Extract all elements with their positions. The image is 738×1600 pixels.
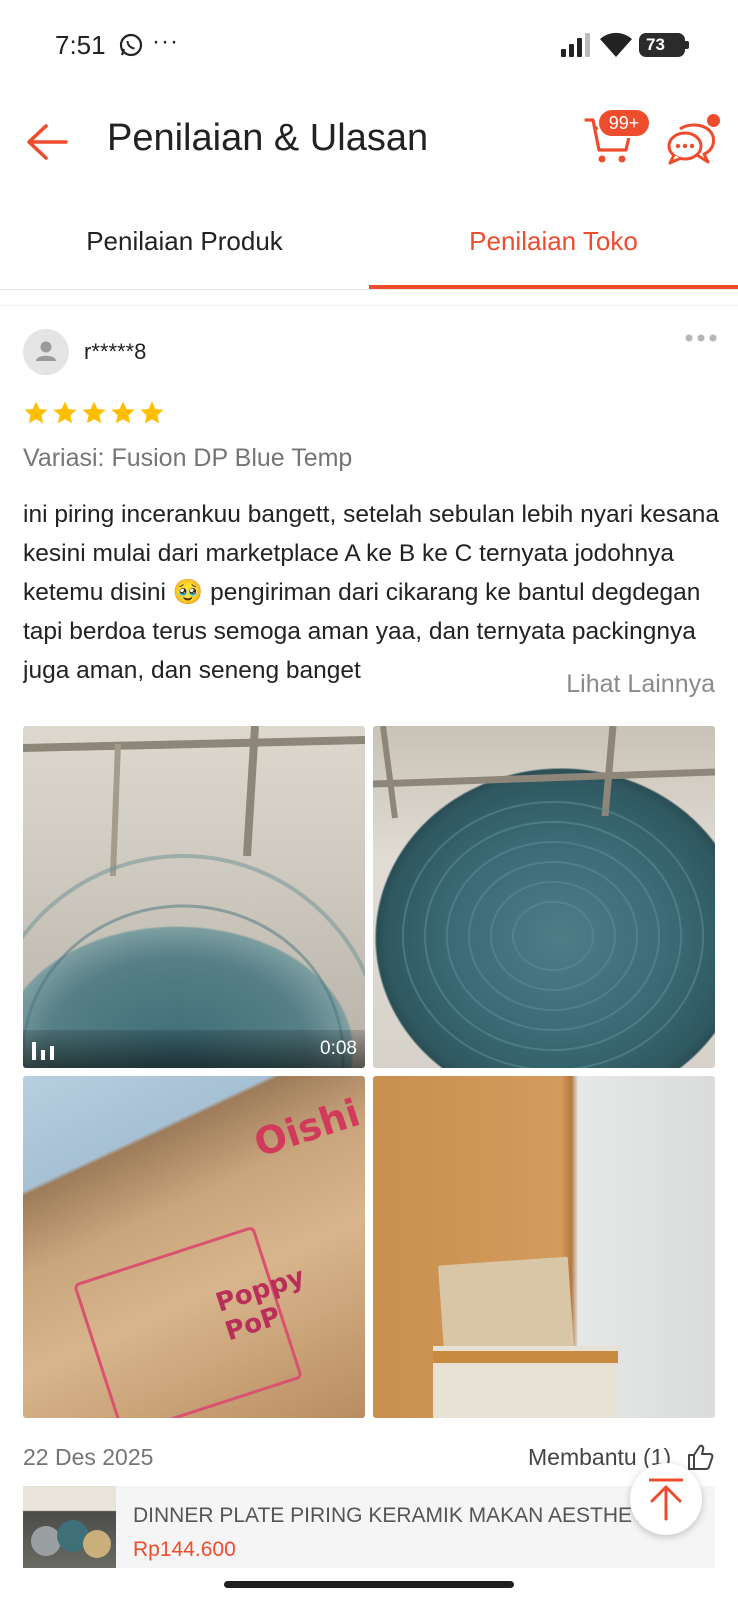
active-tab-indicator — [369, 285, 738, 289]
video-overlay: 0:08 — [23, 1030, 365, 1068]
app-header: Penilaian & Ulasan 99+ — [0, 92, 738, 192]
star-icon — [140, 401, 164, 424]
review-date: 22 Des 2025 — [23, 1444, 154, 1470]
plate-edge-graphic — [23, 726, 365, 1068]
rating-tabs: Penilaian Produk Penilaian Toko — [0, 192, 738, 290]
video-duration: 0:08 — [320, 1038, 357, 1059]
product-card[interactable]: DINNER PLATE PIRING KERAMIK MAKAN AESTHE… — [23, 1486, 715, 1568]
chat-notification-dot — [707, 114, 720, 127]
thumbs-up-icon[interactable] — [686, 1443, 714, 1471]
product-price: Rp144.600 — [133, 1538, 236, 1561]
plate-rings-graphic — [373, 726, 715, 1068]
rating-stars — [23, 400, 165, 426]
battery-icon: 73 — [639, 33, 689, 57]
package-box-graphic — [438, 1256, 574, 1356]
status-bar: 7:51 ··· 73 — [0, 0, 738, 92]
tab-product-rating[interactable]: Penilaian Produk — [0, 192, 369, 290]
review-image[interactable]: Oishi Poppy PoP — [23, 1076, 365, 1418]
more-options-icon[interactable] — [684, 330, 718, 360]
battery-level: 73 — [646, 35, 665, 54]
package-tape-graphic — [433, 1351, 618, 1363]
star-icon — [53, 401, 77, 424]
thumb-plate-graphic — [83, 1530, 111, 1558]
tab-shop-rating[interactable]: Penilaian Toko — [369, 192, 738, 290]
more-notifications-icon: ··· — [152, 28, 179, 55]
review-video-thumbnail[interactable]: 0:08 — [23, 726, 365, 1068]
review-image[interactable] — [373, 1076, 715, 1418]
video-icon — [32, 1042, 54, 1060]
whatsapp-icon — [119, 33, 143, 57]
box-brand-logo: Oishi — [248, 1090, 365, 1166]
review-image[interactable] — [373, 726, 715, 1068]
arrow-up-icon — [649, 1478, 683, 1521]
see-more-link[interactable]: Lihat Lainnya — [529, 664, 724, 704]
product-name: DINNER PLATE PIRING KERAMIK MAKAN AESTHE… — [133, 1504, 684, 1527]
cart-badge: 99+ — [597, 108, 651, 138]
status-time: 7:51 — [55, 30, 106, 60]
star-icon — [24, 401, 48, 424]
reviewer-username: r*****8 — [84, 339, 147, 364]
star-icon — [111, 401, 135, 424]
thumb-plate-graphic — [31, 1526, 61, 1556]
wifi-icon — [600, 32, 632, 57]
avatar — [23, 329, 69, 375]
signal-icon — [561, 33, 590, 57]
home-indicator[interactable] — [224, 1581, 514, 1588]
product-thumbnail — [23, 1486, 116, 1568]
star-icon — [82, 401, 106, 424]
scroll-to-top-button[interactable] — [630, 1463, 702, 1535]
product-variation: Variasi: Fusion DP Blue Temp — [23, 444, 353, 472]
chat-icon[interactable] — [666, 122, 716, 166]
page-title: Penilaian & Ulasan — [107, 117, 429, 159]
section-divider — [0, 290, 738, 306]
back-arrow-icon[interactable] — [24, 122, 70, 162]
